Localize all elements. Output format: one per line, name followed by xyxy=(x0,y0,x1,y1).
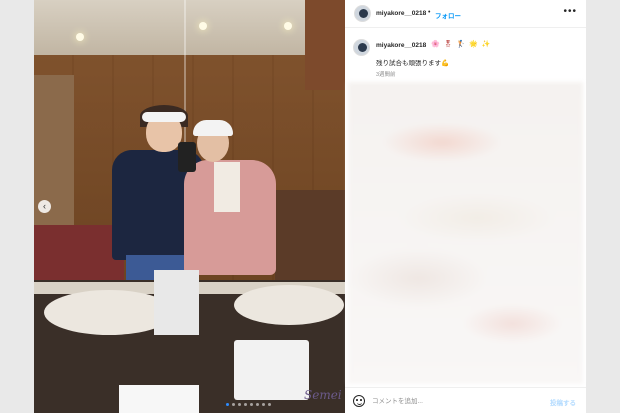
counter-sign xyxy=(119,385,199,413)
caption-emojis: 🌸 🎖 🏌 🌟 ✨ xyxy=(431,41,492,48)
smile-icon[interactable] xyxy=(353,395,365,407)
avatar[interactable] xyxy=(354,5,371,22)
tissue-box xyxy=(234,340,309,400)
carousel-dots xyxy=(226,403,271,406)
ceiling-light xyxy=(284,22,292,30)
carousel-dot xyxy=(244,403,247,406)
person-left-visor xyxy=(142,112,186,122)
separator: • xyxy=(428,9,431,16)
comment-bar: 投稿する xyxy=(345,387,586,413)
carousel-dot xyxy=(268,403,271,406)
post-time: 3週間前 xyxy=(376,72,396,78)
post-sidebar: miyakore__0218 • フォロー ••• miyakore__0218… xyxy=(345,0,586,413)
carousel-dot xyxy=(232,403,235,406)
sink xyxy=(234,285,344,325)
carousel-dot xyxy=(250,403,253,406)
more-horizontal-icon[interactable]: ••• xyxy=(563,6,577,17)
cabinet xyxy=(305,0,345,90)
carousel-dot xyxy=(226,403,229,406)
post-button[interactable]: 投稿する xyxy=(550,397,576,407)
carousel-dot xyxy=(262,403,265,406)
comment-input[interactable] xyxy=(372,396,532,407)
carousel-dot xyxy=(256,403,259,406)
tissue-box xyxy=(154,270,199,335)
carousel-dot xyxy=(238,403,241,406)
person-right-cap xyxy=(193,120,233,136)
watermark: Semei xyxy=(304,388,342,402)
caption-avatar[interactable] xyxy=(353,39,370,56)
comments-area-blurred xyxy=(348,82,583,384)
chevron-left-icon[interactable]: ‹ xyxy=(38,200,51,213)
post-header: miyakore__0218 • フォロー ••• xyxy=(345,0,586,28)
ceiling-light xyxy=(199,22,207,30)
person-right-shirt xyxy=(214,162,240,212)
smartphone xyxy=(178,142,196,172)
caption-text: 残り試合も頑張ります💪 xyxy=(376,60,450,67)
vanity xyxy=(275,190,345,280)
post-photo[interactable]: Semei xyxy=(34,0,345,413)
carpet xyxy=(34,225,124,285)
caption-username[interactable]: miyakore__0218 xyxy=(376,42,426,49)
ceiling xyxy=(34,0,345,60)
follow-button[interactable]: フォロー xyxy=(435,10,461,20)
ceiling-light xyxy=(76,33,84,41)
header-username[interactable]: miyakore__0218 xyxy=(376,10,426,17)
